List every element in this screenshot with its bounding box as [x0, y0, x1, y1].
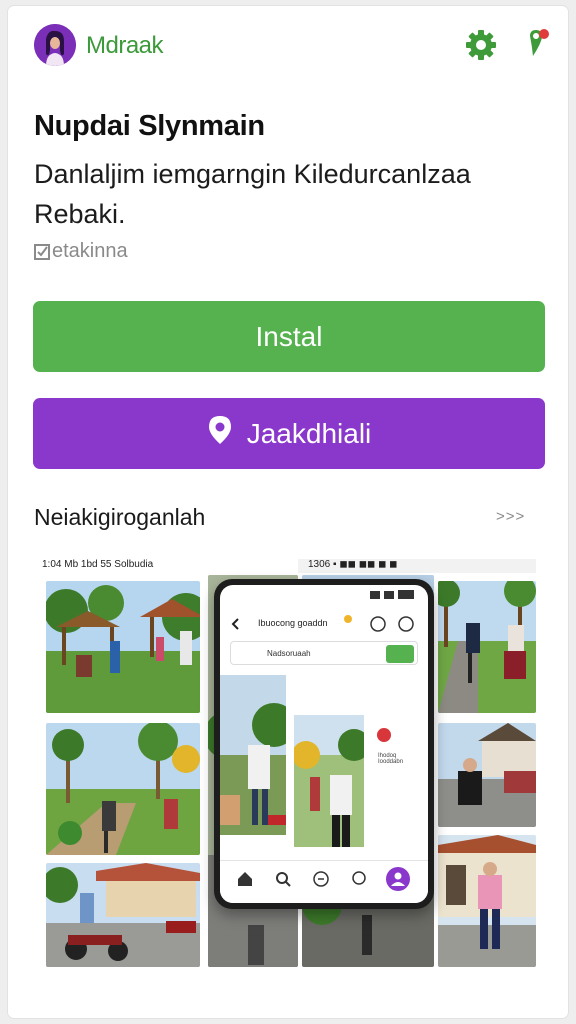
phone-content-photo-center: [292, 715, 370, 847]
check-box-icon: [34, 243, 50, 260]
phone-card-caption: Ihodoq Iooddabn: [378, 753, 404, 765]
notifications-icon[interactable]: [350, 870, 368, 888]
status-strip-left: 1:04 Mb 1bd 55 Solbudia: [42, 559, 154, 570]
phone-screen: Ibuocong goaddn Nadsoruaah Ihodoq Ioodda…: [220, 585, 428, 903]
phone-search-title: Ibuocong goaddn: [258, 618, 328, 628]
phone-toolbar: Ibuocong goaddn: [230, 613, 420, 635]
app-tag-label: etakinna: [52, 240, 128, 262]
screenshot-photo[interactable]: [438, 723, 536, 827]
user-avatar-icon[interactable]: [34, 24, 76, 66]
phone-status-bar: [220, 585, 428, 605]
add-icon[interactable]: [312, 870, 330, 888]
app-description: Danlaljim iemgarngin Kiledurcanlzaa Reba…: [34, 159, 471, 229]
location-button[interactable]: Jaakdhiali: [33, 398, 545, 469]
search-icon[interactable]: [274, 870, 292, 888]
phone-search-go-button[interactable]: [386, 645, 414, 663]
phone-content-card: Ihodoq Iooddabn: [370, 711, 424, 841]
brand-name: Mdraak: [86, 32, 164, 59]
app-title: Nupdai Slynmain: [34, 110, 265, 142]
screenshot-gallery[interactable]: 1:04 Mb 1bd 55 Solbudia 1306 ▪ ◼◼ ◼◼ ◼ ◼: [42, 553, 536, 973]
location-pin-icon: [207, 415, 233, 452]
phone-content-photo-left: [220, 675, 296, 835]
phone-search-field-text: Nadsoruaah: [267, 649, 311, 658]
screenshot-photo[interactable]: [438, 835, 536, 967]
screenshot-photo[interactable]: [46, 863, 200, 967]
home-icon[interactable]: [236, 870, 254, 888]
gear-icon[interactable]: [464, 28, 498, 62]
app-tag: etakinna: [34, 240, 128, 263]
install-button-label: Instal: [255, 320, 323, 352]
header: Mdraak: [8, 6, 568, 86]
screenshots-heading: Neiakigiroganlah: [34, 504, 206, 530]
status-strip-right: 1306 ▪ ◼◼ ◼◼ ◼ ◼: [298, 559, 536, 573]
install-button[interactable]: Instal: [33, 301, 545, 372]
profile-icon[interactable]: [386, 867, 410, 891]
more-arrows-icon[interactable]: >>>: [496, 508, 525, 525]
map-pin-icon[interactable]: [522, 26, 552, 62]
screenshot-photo[interactable]: [46, 723, 200, 855]
location-button-label: Jaakdhiali: [246, 417, 372, 449]
phone-bottom-nav: [220, 860, 428, 903]
app-listing-card: Mdraak Nupdai Slynmain Danlaljim iemgarn…: [8, 6, 568, 1018]
screenshot-photo[interactable]: [438, 581, 536, 713]
phone-mockup[interactable]: Ibuocong goaddn Nadsoruaah Ihodoq Ioodda…: [214, 579, 434, 909]
screenshot-photo[interactable]: [46, 581, 200, 713]
